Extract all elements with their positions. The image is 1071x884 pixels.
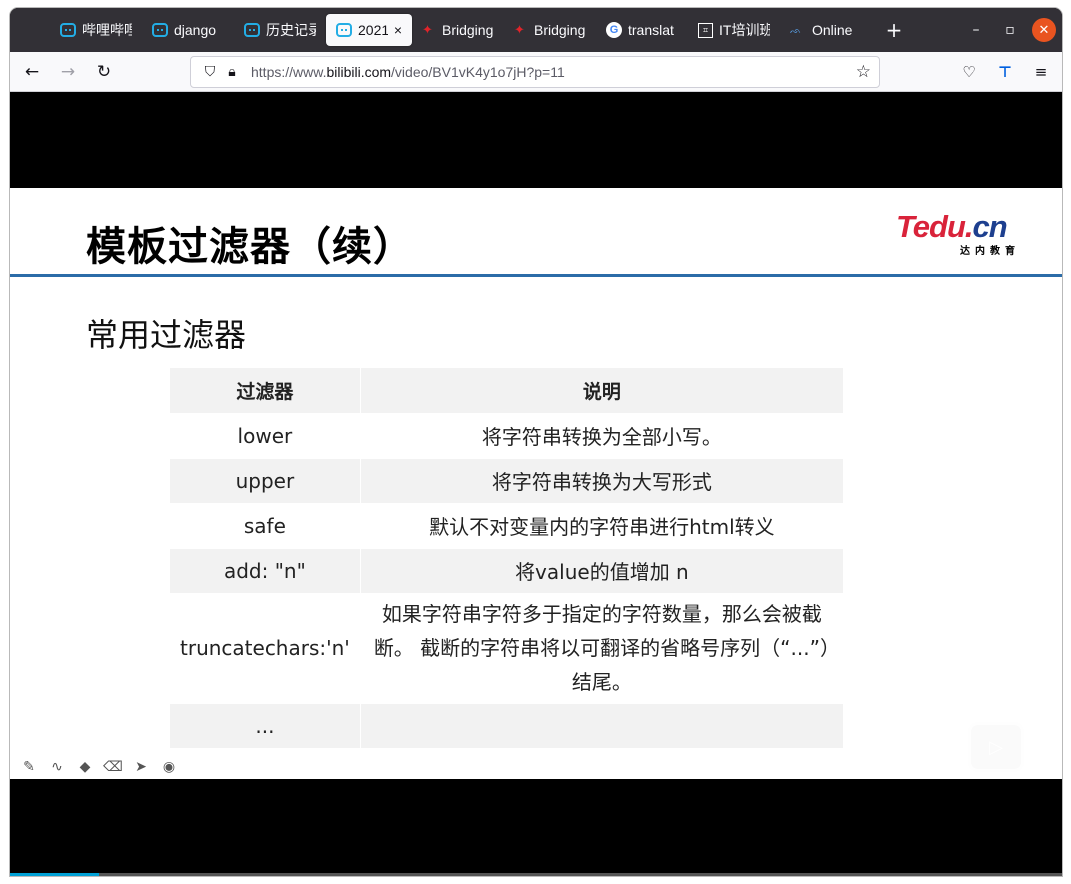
navigation-bar: ← → ↻ ⛉ 🔒︎ https://www.bilibili.com/vide… xyxy=(10,52,1062,92)
url-text[interactable]: https://www.bilibili.com/video/BV1vK4y1o… xyxy=(251,64,856,80)
table-header-row: 过滤器 说明 xyxy=(170,368,845,414)
tab-list: 哔哩哔哩 django 历史记录 2021 × ✦ Bridging ✦ Bri… xyxy=(10,8,906,52)
freehand-icon[interactable]: ∿ xyxy=(48,758,66,776)
logo-wordmark: Tedu.cn xyxy=(896,209,1024,244)
record-icon[interactable]: ◉ xyxy=(160,758,178,776)
slide-title: 模板过滤器（续） xyxy=(86,224,414,270)
tab-label: 2021 xyxy=(358,22,388,38)
pocket-icon[interactable]: ♡ xyxy=(958,58,980,86)
eraser-icon[interactable]: ⌫ xyxy=(103,758,123,776)
tab-bridging-1[interactable]: ✦ Bridging xyxy=(412,14,504,46)
video-player[interactable]: 模板过滤器（续） Tedu.cn 达内教育 常用过滤器 过滤器 说明 lower xyxy=(10,92,1062,876)
tab-strip: 哔哩哔哩 django 历史记录 2021 × ✦ Bridging ✦ Bri… xyxy=(10,8,1062,52)
tab-online[interactable]: ᨒ Online xyxy=(780,14,872,46)
minimize-icon[interactable]: – xyxy=(964,18,988,42)
tab-label: Online xyxy=(812,22,853,38)
reload-icon[interactable]: ↻ xyxy=(90,58,118,86)
cnblogs-icon: ᨒ xyxy=(790,25,802,35)
table-row: safe 默认不对变量内的字符串进行html转义 xyxy=(170,503,845,549)
header-filter: 过滤器 xyxy=(170,368,361,414)
tab-bridging-2[interactable]: ✦ Bridging xyxy=(504,14,596,46)
logo-tagline: 达内教育 xyxy=(960,246,1020,257)
cell-filter: ... xyxy=(170,703,361,749)
url-domain: bilibili.com xyxy=(326,64,392,80)
address-bar[interactable]: ⛉ 🔒︎ https://www.bilibili.com/video/BV1v… xyxy=(190,56,880,88)
pointer-icon[interactable]: ➤ xyxy=(132,758,150,776)
tab-bilibili-home[interactable]: 哔哩哔哩 xyxy=(50,14,142,46)
lock-icon[interactable]: 🔒︎ xyxy=(221,64,243,80)
browser-window: 哔哩哔哩 django 历史记录 2021 × ✦ Bridging ✦ Bri… xyxy=(10,8,1062,876)
shield-icon[interactable]: ⛉ xyxy=(199,64,221,80)
table-row: add: "n" 将value的值增加 n xyxy=(170,548,845,594)
new-tab-button[interactable]: + xyxy=(882,18,906,42)
back-arrow-icon[interactable]: ← xyxy=(18,58,46,86)
menu-icon[interactable]: ≡ xyxy=(1030,58,1052,86)
pen-icon[interactable]: ✎ xyxy=(20,758,38,776)
cell-description: 将字符串转换为大写形式 xyxy=(359,458,845,504)
close-window-icon[interactable]: ✕ xyxy=(1032,18,1056,42)
header-description: 说明 xyxy=(359,368,845,414)
cell-description xyxy=(359,703,845,749)
it-icon: ⌗ xyxy=(698,22,713,38)
maple-leaf-icon: ✦ xyxy=(422,22,433,37)
tab-label: 历史记录 xyxy=(266,22,316,38)
cell-filter: safe xyxy=(170,503,361,549)
google-icon: G xyxy=(606,22,622,38)
tab-active-video[interactable]: 2021 × xyxy=(326,14,412,46)
close-tab-icon[interactable]: × xyxy=(394,22,402,38)
bilibili-icon xyxy=(60,23,76,37)
url-prefix: https://www. xyxy=(251,64,327,80)
extension-icon[interactable]: ⊤ xyxy=(994,58,1016,86)
table-row: truncatechars:'n' 如果字符串字符多于指定的字符数量，那么会被截… xyxy=(170,593,845,704)
cell-filter: lower xyxy=(170,413,361,459)
logo-brand-suffix: cn xyxy=(972,209,1008,244)
tab-it-training[interactable]: ⌗ IT培训班 xyxy=(688,14,780,46)
cell-description: 默认不对变量内的字符串进行html转义 xyxy=(359,503,845,549)
cell-filter: truncatechars:'n' xyxy=(170,593,361,704)
logo-brand: Tedu. xyxy=(896,209,974,244)
forward-arrow-icon[interactable]: → xyxy=(54,58,82,86)
cell-description: 将value的值增加 n xyxy=(359,548,845,594)
window-controls: – ▫ ✕ xyxy=(964,18,1056,42)
cell-filter: upper xyxy=(170,458,361,504)
tab-label: Bridging xyxy=(534,22,586,38)
bilibili-icon xyxy=(244,23,260,37)
filters-table: 过滤器 说明 lower 将字符串转换为全部小写。 upper 将字符串转换为大… xyxy=(170,368,845,749)
cell-description: 将字符串转换为全部小写。 xyxy=(359,413,845,459)
bookmark-star-icon[interactable]: ☆ xyxy=(856,62,871,82)
tab-translate[interactable]: G translat xyxy=(596,14,688,46)
table-row: lower 将字符串转换为全部小写。 xyxy=(170,413,845,459)
tab-history[interactable]: 历史记录 xyxy=(234,14,326,46)
table-row: upper 将字符串转换为大写形式 xyxy=(170,458,845,504)
tab-label: IT培训班 xyxy=(719,22,770,38)
progress-fill xyxy=(10,873,100,876)
tab-label: django xyxy=(174,22,217,38)
tab-django[interactable]: django xyxy=(142,14,234,46)
bilibili-icon xyxy=(152,23,168,37)
maple-leaf-icon: ✦ xyxy=(514,22,525,37)
table-row: ... xyxy=(170,703,845,749)
tedu-logo: Tedu.cn 达内教育 xyxy=(896,209,1024,257)
cell-filter: add: "n" xyxy=(170,548,361,594)
section-heading: 常用过滤器 xyxy=(86,316,247,354)
slide: 模板过滤器（续） Tedu.cn 达内教育 常用过滤器 过滤器 说明 lower xyxy=(10,188,1062,779)
maximize-icon[interactable]: ▫ xyxy=(998,18,1022,42)
cell-description: 如果字符串字符多于指定的字符数量，那么会被截断。 截断的字符串将以可翻译的省略号… xyxy=(359,593,845,704)
highlighter-icon[interactable]: ◆ xyxy=(76,758,94,776)
url-path: /video/BV1vK4y1o7jH?p=11 xyxy=(391,64,565,80)
progress-bar[interactable] xyxy=(10,873,1062,876)
tab-label: Bridging xyxy=(442,22,494,38)
bilibili-icon xyxy=(336,23,352,37)
toolbar-right: ♡ ⊤ ≡ xyxy=(958,58,1052,86)
title-divider xyxy=(10,274,1062,277)
play-icon[interactable]: ▷ xyxy=(968,722,1024,772)
annotation-toolbar: ✎ ∿ ◆ ⌫ ➤ ◉ xyxy=(20,758,178,776)
tab-label: translat xyxy=(628,22,674,38)
tab-label: 哔哩哔哩 xyxy=(82,22,132,38)
